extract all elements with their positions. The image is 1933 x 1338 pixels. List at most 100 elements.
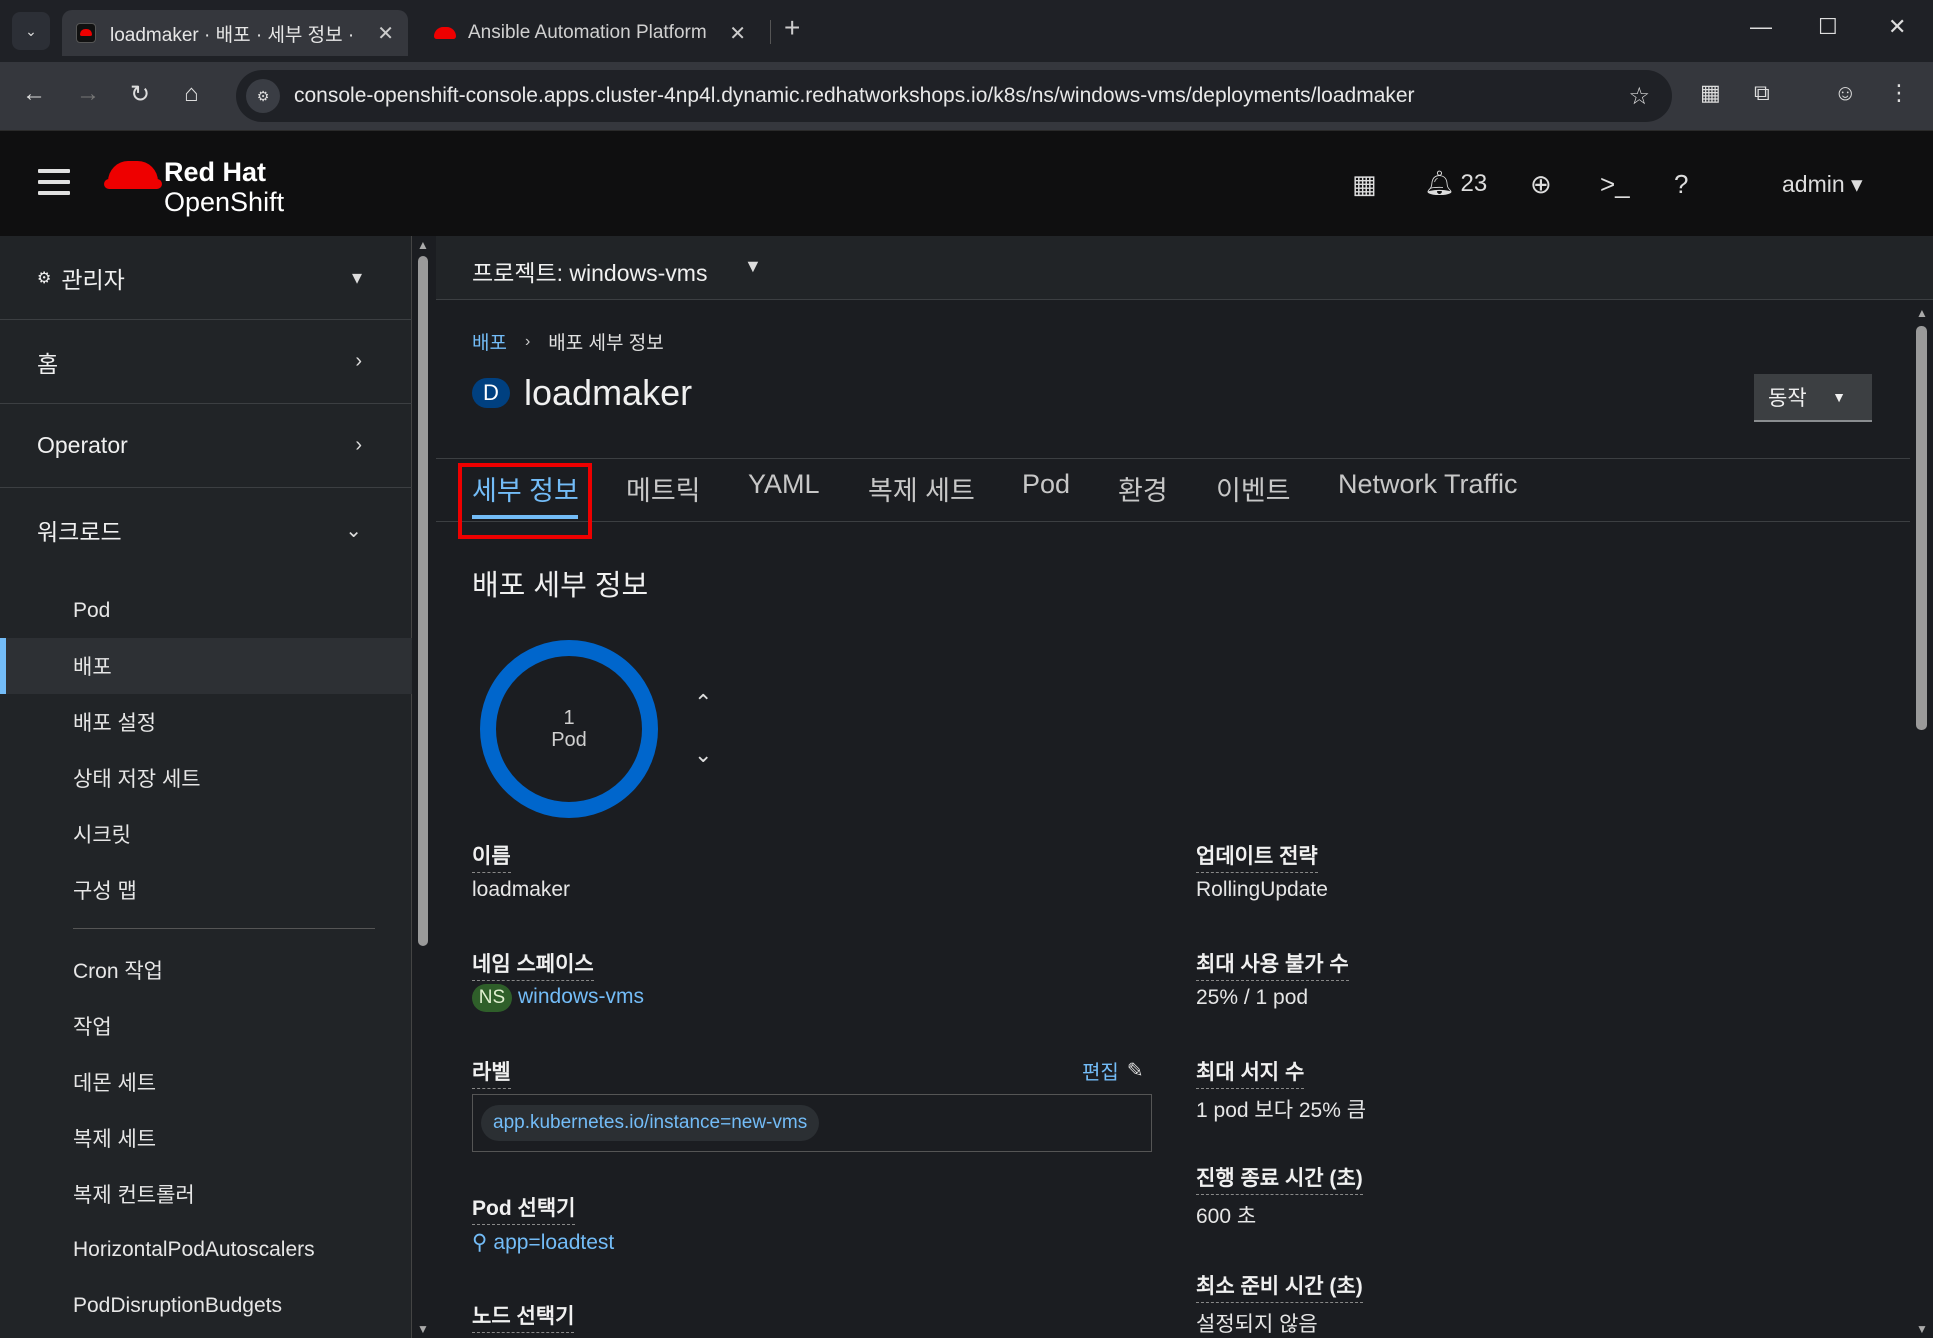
sidebar-item-deployment-configs[interactable]: 배포 설정 bbox=[0, 694, 412, 750]
back-icon[interactable]: ← bbox=[22, 80, 46, 108]
browser-menu-icon[interactable]: ⋮ bbox=[1888, 80, 1910, 106]
sidebar-item-pdb[interactable]: PodDisruptionBudgets bbox=[0, 1278, 412, 1334]
edit-labels-button[interactable]: 편집 ✎ bbox=[1082, 1056, 1144, 1085]
sidebar-item-label: 복제 세트 bbox=[73, 1128, 157, 1151]
main-scrollbar[interactable]: ▲ ▼ bbox=[1910, 300, 1933, 1338]
progress-deadline-value: 600 초 bbox=[1196, 1205, 1257, 1228]
scrollbar-thumb[interactable] bbox=[1916, 326, 1927, 730]
label-chip[interactable]: app.kubernetes.io/instance=new-vms bbox=[481, 1105, 820, 1141]
tab-replicasets[interactable]: 복제 세트 bbox=[868, 469, 975, 508]
node-selector-term: 노드 선택기 bbox=[472, 1300, 575, 1333]
tab-events[interactable]: 이벤트 bbox=[1216, 469, 1291, 508]
scale-up-icon[interactable]: ⌃ bbox=[694, 690, 712, 716]
sidebar-item-replicasets[interactable]: 복제 세트 bbox=[0, 1110, 412, 1166]
sidebar-item-configmaps[interactable]: 구성 맵 bbox=[0, 862, 412, 918]
breadcrumb: 배포 › 배포 세부 정보 bbox=[472, 328, 664, 355]
perspective-switcher[interactable]: ⚙ 관리자 ▾ bbox=[0, 236, 412, 320]
sidebar-item-jobs[interactable]: 작업 bbox=[0, 998, 412, 1054]
sidebar-item-label: 상태 저장 세트 bbox=[73, 768, 201, 791]
scale-down-icon[interactable]: ⌄ bbox=[694, 742, 712, 768]
url-text[interactable]: console-openshift-console.apps.cluster-4… bbox=[294, 84, 1628, 108]
update-strategy-term: 업데이트 전략 bbox=[1196, 840, 1318, 873]
perspective-label: 관리자 bbox=[61, 266, 125, 293]
sidebar-item-pods[interactable]: Pod bbox=[0, 583, 412, 639]
home-icon[interactable]: ⌂ bbox=[184, 80, 199, 108]
labels-term: 라벨 bbox=[472, 1056, 511, 1089]
sidebar-item-replication-controllers[interactable]: 복제 컨트롤러 bbox=[0, 1166, 412, 1222]
qr-code-icon[interactable]: ▦ bbox=[1700, 80, 1721, 106]
maximize-icon[interactable]: ☐ bbox=[1818, 14, 1838, 40]
name-value: loadmaker bbox=[472, 878, 571, 901]
extensions-icon[interactable]: ⧉ bbox=[1754, 80, 1770, 106]
sidebar-item-label: 배포 설정 bbox=[73, 712, 157, 735]
pod-ring-chart: 1 Pod bbox=[480, 640, 658, 818]
sidebar-divider bbox=[73, 928, 375, 929]
scroll-up-icon[interactable]: ▲ bbox=[417, 238, 429, 252]
caret-down-icon[interactable]: ▼ bbox=[744, 256, 762, 277]
actions-dropdown[interactable]: 동작 ▼ bbox=[1754, 374, 1872, 422]
tab-pods[interactable]: Pod bbox=[1022, 469, 1070, 500]
tab-network-traffic[interactable]: Network Traffic bbox=[1338, 469, 1518, 500]
reload-icon[interactable]: ↻ bbox=[130, 80, 150, 109]
sidebar-item-label: PodDisruptionBudgets bbox=[73, 1294, 282, 1317]
forward-icon[interactable]: → bbox=[76, 80, 100, 108]
scrollbar-thumb[interactable] bbox=[418, 256, 428, 946]
sidebar-item-label: HorizontalPodAutoscalers bbox=[73, 1238, 315, 1261]
sidebar-item-label: 데몬 세트 bbox=[73, 1072, 157, 1095]
sidebar-item-label: 복제 컨트롤러 bbox=[73, 1184, 195, 1207]
logo-text-openshift: OpenShift bbox=[164, 187, 285, 217]
sidebar-section-operator[interactable]: Operator › bbox=[0, 404, 412, 488]
tab-title: loadmaker · 배포 · 세부 정보 · bbox=[110, 24, 355, 46]
tab-search-button[interactable]: ⌄ bbox=[12, 12, 50, 50]
sidebar-section-home[interactable]: 홈 › bbox=[0, 320, 412, 404]
project-selector[interactable]: 프로젝트: windows-vms bbox=[472, 254, 707, 288]
search-icon: ⚲ bbox=[472, 1231, 488, 1254]
browser-tab-bar: ⌄ loadmaker · 배포 · 세부 정보 · ✕ Ansible Aut… bbox=[0, 0, 1933, 62]
user-menu[interactable]: admin ▾ bbox=[1782, 171, 1863, 198]
profile-avatar-icon[interactable]: ☺ bbox=[1834, 80, 1856, 106]
breadcrumb-current: 배포 세부 정보 bbox=[548, 333, 664, 354]
scroll-up-icon[interactable]: ▲ bbox=[1916, 306, 1928, 320]
address-bar[interactable]: ⚙ console-openshift-console.apps.cluster… bbox=[236, 70, 1672, 122]
pod-selector-link[interactable]: ⚲ app=loadtest bbox=[472, 1230, 614, 1255]
tab-environment[interactable]: 환경 bbox=[1118, 469, 1168, 508]
breadcrumb-link-deployments[interactable]: 배포 bbox=[472, 328, 507, 355]
notifications-button[interactable]: 🔔︎ 23 bbox=[1424, 169, 1487, 198]
sidebar-section-workloads[interactable]: 워크로드 ⌄ bbox=[0, 488, 412, 572]
nav-toggle-icon[interactable] bbox=[38, 169, 70, 202]
minimize-icon[interactable]: — bbox=[1750, 14, 1772, 40]
pod-count-label: Pod bbox=[551, 729, 587, 751]
browser-tab-ansible[interactable]: Ansible Automation Platform ✕ bbox=[420, 10, 760, 56]
help-icon[interactable]: ? bbox=[1674, 169, 1688, 200]
close-tab-icon[interactable]: ✕ bbox=[377, 21, 394, 46]
browser-tab-loadmaker[interactable]: loadmaker · 배포 · 세부 정보 · ✕ bbox=[62, 10, 408, 56]
close-window-icon[interactable]: ✕ bbox=[1888, 14, 1906, 40]
sidebar-item-deployments[interactable]: 배포 bbox=[0, 638, 412, 694]
sidebar-item-hpa[interactable]: HorizontalPodAutoscalers bbox=[0, 1222, 412, 1278]
tab-details[interactable]: 세부 정보 bbox=[472, 469, 579, 508]
tab-metrics[interactable]: 메트릭 bbox=[626, 469, 701, 508]
pencil-icon: ✎ bbox=[1126, 1060, 1144, 1082]
site-info-icon[interactable]: ⚙ bbox=[246, 79, 280, 113]
sidebar-item-cronjobs[interactable]: Cron 작업 bbox=[0, 942, 412, 998]
sidebar-item-secrets[interactable]: 시크릿 bbox=[0, 806, 412, 862]
sidebar-item-label: 작업 bbox=[73, 1016, 112, 1039]
pod-selector-value: app=loadtest bbox=[493, 1231, 615, 1254]
scroll-down-icon[interactable]: ▼ bbox=[1916, 1322, 1928, 1336]
pod-count: 1 bbox=[563, 707, 575, 729]
web-terminal-icon[interactable]: >_ bbox=[1600, 169, 1630, 200]
bookmark-star-icon[interactable]: ☆ bbox=[1628, 82, 1650, 111]
quick-create-icon[interactable]: ⊕ bbox=[1530, 169, 1552, 200]
tab-yaml[interactable]: YAML bbox=[748, 469, 820, 500]
sidebar-scrollbar[interactable]: ▲ ▼ bbox=[412, 236, 434, 1338]
sidebar-item-statefulsets[interactable]: 상태 저장 세트 bbox=[0, 750, 412, 806]
close-tab-icon[interactable]: ✕ bbox=[729, 21, 746, 46]
scroll-down-icon[interactable]: ▼ bbox=[417, 1322, 429, 1336]
edit-label: 편집 bbox=[1082, 1062, 1119, 1084]
new-tab-icon[interactable]: + bbox=[784, 12, 800, 44]
sidebar-item-daemonsets[interactable]: 데몬 세트 bbox=[0, 1054, 412, 1110]
namespace-link[interactable]: NS windows-vms bbox=[472, 984, 644, 1012]
main-content: 배포 › 배포 세부 정보 D loadmaker 동작 ▼ 세부 정보 메트릭… bbox=[436, 300, 1910, 1338]
masthead: Red Hat OpenShift ▦ 🔔︎ 23 ⊕ >_ ? admin ▾ bbox=[0, 130, 1933, 236]
app-launcher-icon[interactable]: ▦ bbox=[1352, 169, 1377, 200]
